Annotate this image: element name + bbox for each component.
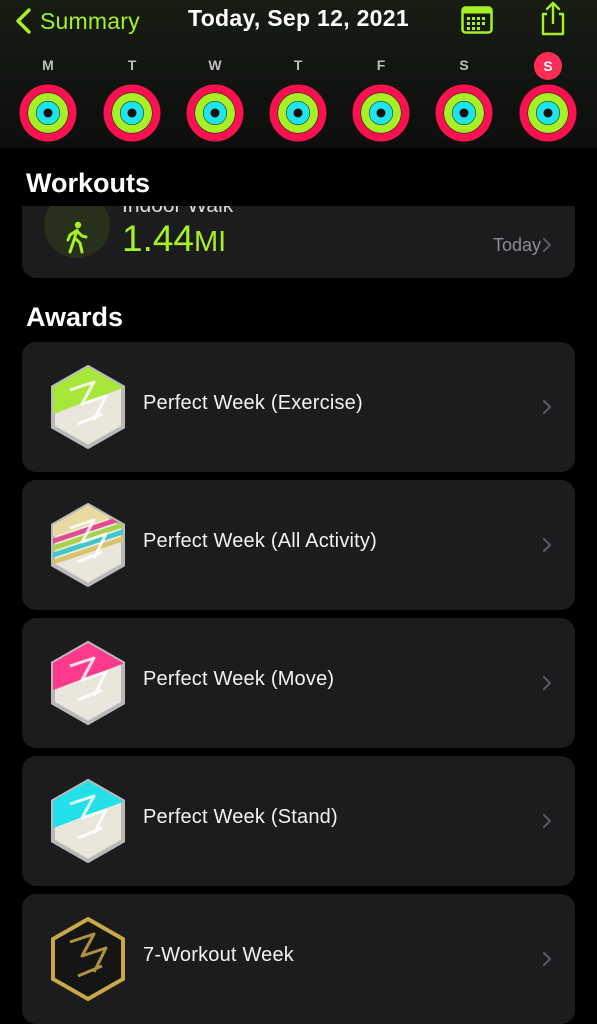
activity-rings-icon[interactable] [352,84,410,142]
award-label: 7-Workout Week [143,944,295,966]
weekday-letter: T [293,57,303,73]
workouts-section-title: Workouts [26,168,151,198]
perfect-week-move-badge-icon [51,640,125,726]
activity-rings-icon[interactable] [19,84,77,142]
perfect-week-all-activity-badge-icon [51,502,125,588]
activity-rings-icon[interactable] [186,84,244,142]
weekday-letter: S [459,57,469,73]
weekday-letter: W [208,57,222,73]
activity-rings-icon[interactable] [269,84,327,142]
walking-figure-icon [66,221,88,254]
weekday-letter: M [42,57,54,73]
chevron-right-icon [543,814,551,828]
chevron-right-icon [543,238,551,252]
workout-name: Indoor Walk [122,206,233,218]
chevron-right-icon [543,400,551,414]
workout-distance-unit: MI [194,226,227,258]
workout-icon-circle [44,206,110,258]
award-card[interactable]: Perfect Week (Stand) [22,756,575,886]
chevron-right-icon [543,538,551,552]
perfect-week-stand-badge-icon [51,778,125,864]
seven-workout-week-badge-icon [51,916,125,1002]
activity-rings-icon[interactable] [519,84,577,142]
weekday-letter: S [534,52,562,80]
activity-rings-icon[interactable] [103,84,161,142]
award-card[interactable]: Perfect Week (Move) [22,618,575,748]
award-label: Perfect Week (Stand) [143,806,338,828]
awards-section-title: Awards [26,302,124,332]
award-label: Perfect Week (All Activity) [143,530,377,552]
workout-card[interactable]: Indoor Walk 1.44MI Today [22,206,575,278]
activity-rings-icon[interactable] [435,84,493,142]
workout-distance: 1.44MI [122,218,226,260]
page-title: Today, Sep 12, 2021 [188,5,409,31]
perfect-week-exercise-badge-icon [51,364,125,450]
award-label: Perfect Week (Exercise) [143,392,363,414]
workout-date: Today [492,235,541,255]
workout-distance-value: 1.44 [122,218,195,259]
calendar-icon[interactable] [461,6,493,34]
weekday-letter: F [376,57,386,73]
award-card[interactable]: Perfect Week (All Activity) [22,480,575,610]
header: Summary Today, Sep 12, 2021 MTWTFSS [0,0,597,149]
chevron-right-icon [543,952,551,966]
chevron-right-icon [543,676,551,690]
award-card[interactable]: Perfect Week (Exercise) [22,342,575,472]
weekday-letter: T [127,57,137,73]
award-label: Perfect Week (Move) [143,668,335,690]
share-icon[interactable] [538,1,568,37]
award-card[interactable]: 7-Workout Week [22,894,575,1024]
